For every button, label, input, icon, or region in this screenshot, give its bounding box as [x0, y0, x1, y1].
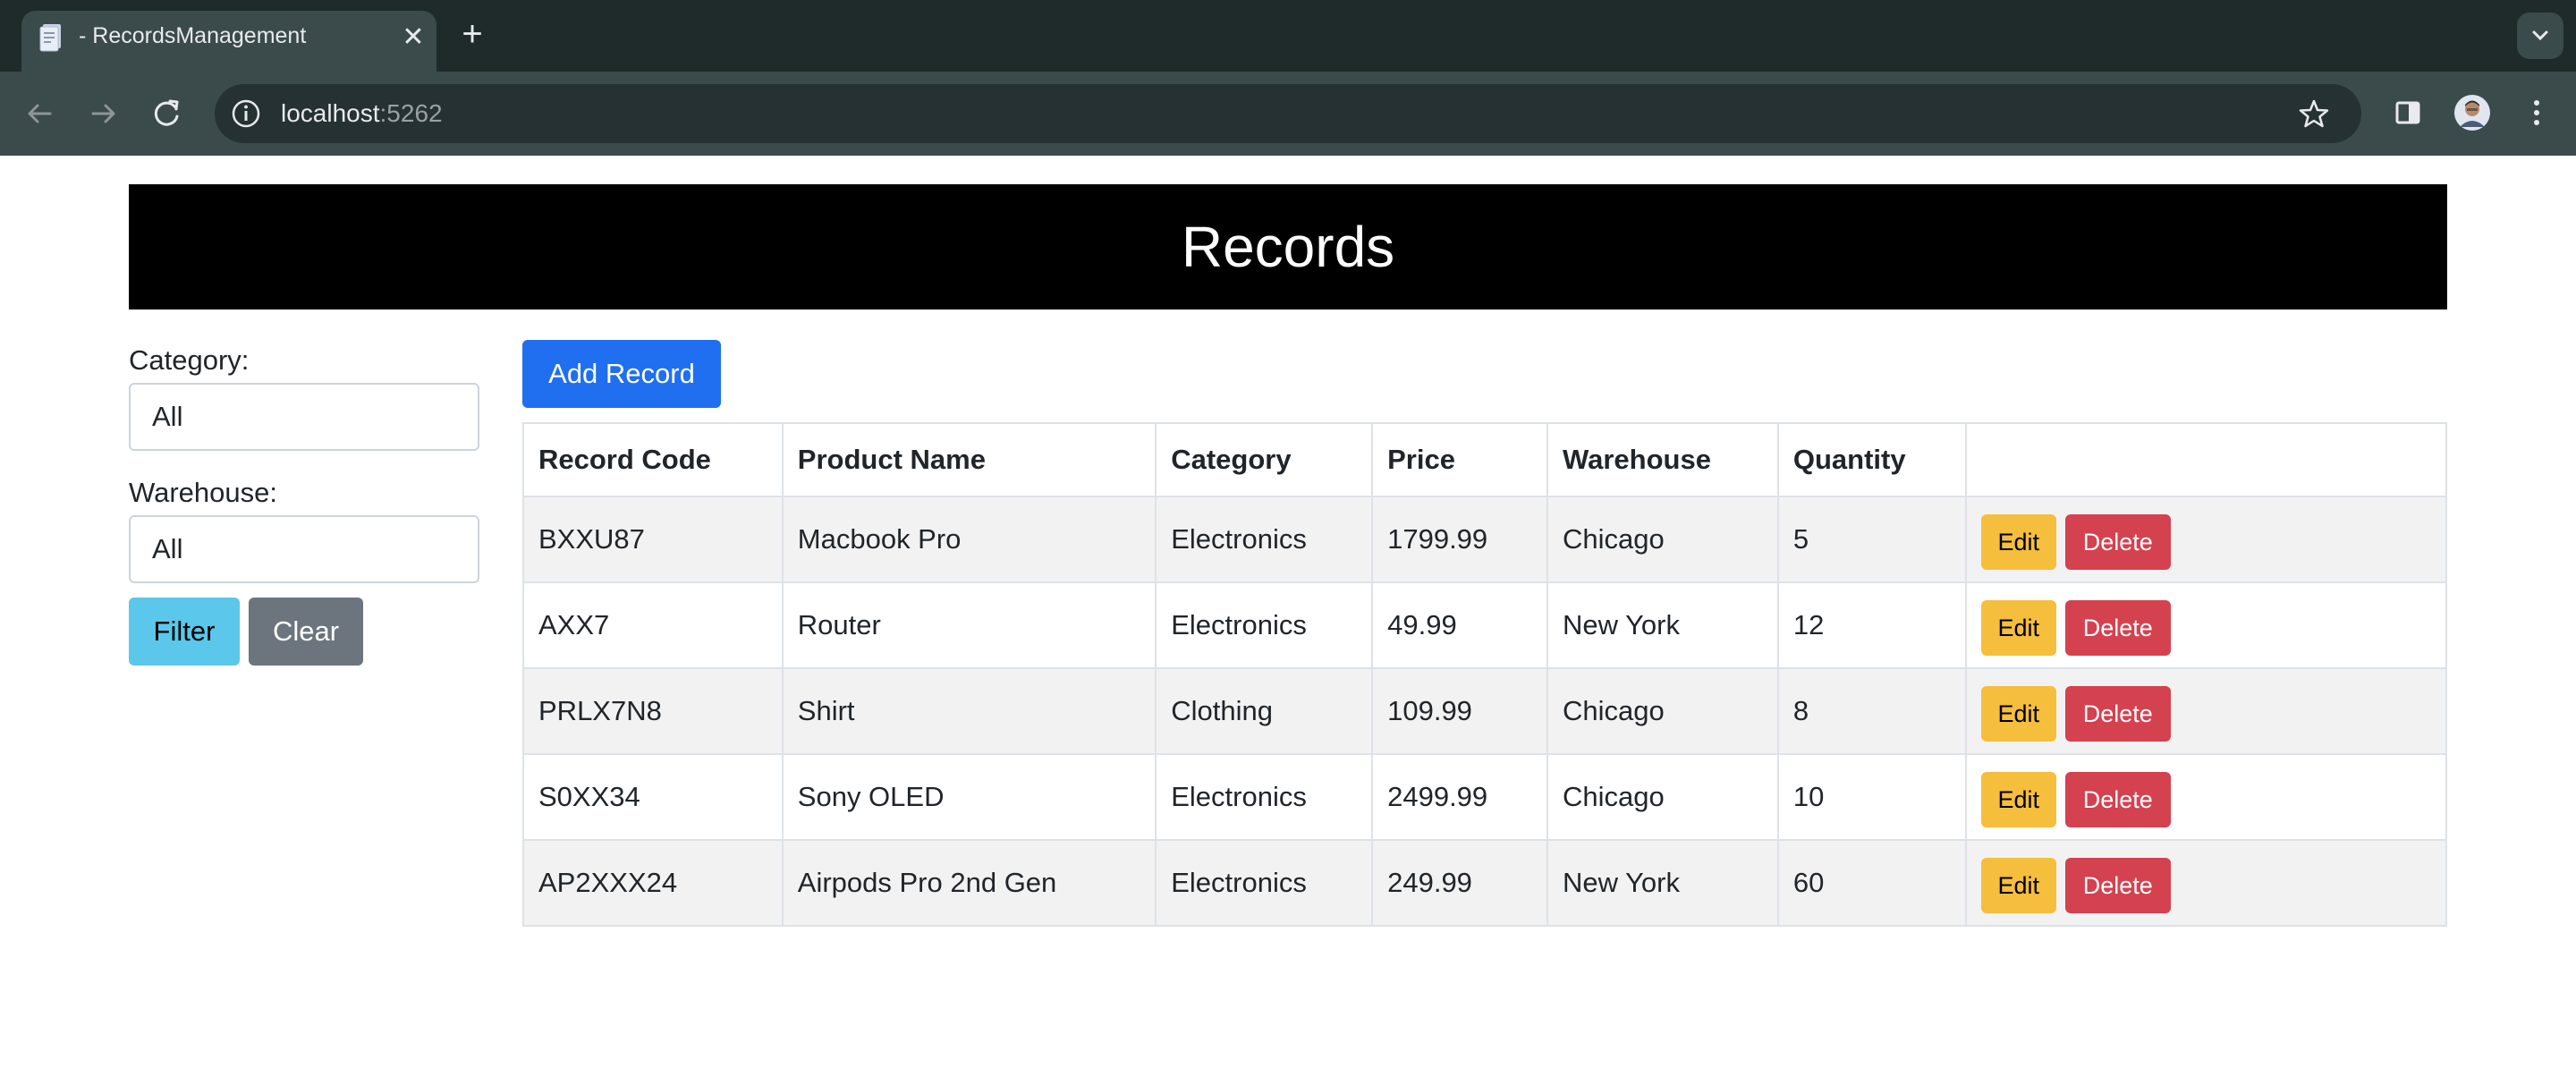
category-cell: Electronics: [1155, 496, 1374, 583]
category-label: Category:: [129, 344, 250, 376]
chevron-down-icon: [2532, 30, 2548, 41]
warehouse-cell: Chicago: [1546, 753, 1779, 841]
price-cell: 249.99: [1371, 839, 1548, 927]
records-table: Record Code Product Name Category Price …: [522, 422, 2448, 927]
address-bar[interactable]: localhost:5262: [215, 84, 2361, 143]
page-title: Records: [129, 184, 2447, 310]
browser-tab[interactable]: - RecordsManagement ✕: [21, 11, 436, 72]
table-row: S0XX34 Sony OLED Electronics 2499.99 Chi…: [522, 753, 2448, 841]
url-port: :5262: [379, 99, 443, 127]
category-cell: Electronics: [1155, 581, 1374, 669]
document-icon: [39, 24, 61, 52]
tab-search-button[interactable]: [2517, 13, 2563, 59]
warehouse-cell: New York: [1546, 581, 1779, 669]
arrow-right-icon[interactable]: [82, 93, 123, 134]
delete-button[interactable]: Delete: [2064, 600, 2171, 656]
quantity-cell: 12: [1776, 581, 1967, 669]
price-cell: 49.99: [1371, 581, 1548, 669]
column-header[interactable]: Quantity: [1776, 422, 1967, 497]
warehouse-select[interactable]: All: [129, 515, 479, 583]
quantity-cell: 60: [1776, 839, 1967, 927]
column-header-actions: [1964, 422, 2448, 497]
record-code-cell: AXX7: [522, 581, 784, 669]
edit-button[interactable]: Edit: [1980, 514, 2056, 570]
quantity-cell: 5: [1776, 496, 1967, 583]
close-icon[interactable]: ✕: [395, 20, 431, 55]
product-name-cell: Router: [781, 581, 1157, 669]
price-cell: 109.99: [1371, 667, 1548, 755]
delete-button[interactable]: Delete: [2064, 858, 2171, 913]
page-content: Records Category: All Warehouse: All Fil…: [0, 156, 2576, 1077]
actions-cell: Edit Delete: [1964, 753, 2448, 841]
edit-button[interactable]: Edit: [1980, 686, 2056, 742]
table-row: AP2XXX24 Airpods Pro 2nd Gen Electronics…: [522, 839, 2448, 927]
delete-button[interactable]: Delete: [2064, 686, 2171, 742]
delete-button[interactable]: Delete: [2064, 772, 2171, 827]
record-code-cell: AP2XXX24: [522, 839, 784, 927]
actions-cell: Edit Delete: [1964, 839, 2448, 927]
arrow-left-icon[interactable]: [20, 93, 61, 134]
url-host: localhost: [281, 99, 380, 127]
warehouse-cell: Chicago: [1546, 667, 1779, 755]
category-cell: Electronics: [1155, 753, 1374, 841]
quantity-cell: 10: [1776, 753, 1967, 841]
new-tab-plus-icon[interactable]: +: [454, 16, 490, 52]
warehouse-cell: New York: [1546, 839, 1779, 927]
price-cell: 1799.99: [1371, 496, 1548, 583]
table-row: BXXU87 Macbook Pro Electronics 1799.99 C…: [522, 496, 2448, 583]
table-header-row: Record Code Product Name Category Price …: [522, 422, 2448, 497]
record-code-cell: S0XX34: [522, 753, 784, 841]
clear-button[interactable]: Clear: [249, 598, 363, 666]
browser-tab-strip: - RecordsManagement ✕ +: [0, 0, 2576, 72]
category-cell: Electronics: [1155, 839, 1374, 927]
column-header[interactable]: Record Code: [522, 422, 784, 497]
product-name-cell: Airpods Pro 2nd Gen: [781, 839, 1157, 927]
actions-cell: Edit Delete: [1964, 667, 2448, 755]
category-cell: Clothing: [1155, 667, 1374, 755]
avatar[interactable]: [2451, 91, 2494, 134]
actions-cell: Edit Delete: [1964, 581, 2448, 669]
product-name-cell: Sony OLED: [781, 753, 1157, 841]
actions-cell: Edit Delete: [1964, 496, 2448, 583]
table-row: AXX7 Router Electronics 49.99 New York 1…: [522, 581, 2448, 669]
url-text: localhost:5262: [281, 99, 443, 128]
table-row: PRLX7N8 Shirt Clothing 109.99 Chicago 8 …: [522, 667, 2448, 755]
record-code-cell: PRLX7N8: [522, 667, 784, 755]
column-header[interactable]: Category: [1155, 422, 1374, 497]
info-icon[interactable]: [229, 97, 263, 131]
quantity-cell: 8: [1776, 667, 1967, 755]
star-icon[interactable]: [2297, 97, 2331, 131]
edit-button[interactable]: Edit: [1980, 772, 2056, 827]
side-panel-icon[interactable]: [2386, 91, 2429, 134]
warehouse-cell: Chicago: [1546, 496, 1779, 583]
browser-toolbar: localhost:5262: [0, 72, 2576, 156]
column-header[interactable]: Product Name: [781, 422, 1157, 497]
filter-panel: Category: All Warehouse: All Filter Clea…: [129, 343, 487, 666]
category-select[interactable]: All: [129, 383, 479, 451]
column-header[interactable]: Price: [1371, 422, 1548, 497]
record-code-cell: BXXU87: [522, 496, 784, 583]
kebab-menu-icon[interactable]: [2515, 91, 2558, 134]
product-name-cell: Shirt: [781, 667, 1157, 755]
edit-button[interactable]: Edit: [1980, 600, 2056, 656]
column-header[interactable]: Warehouse: [1546, 422, 1779, 497]
add-record-button[interactable]: Add Record: [522, 340, 721, 408]
edit-button[interactable]: Edit: [1980, 858, 2056, 913]
price-cell: 2499.99: [1371, 753, 1548, 841]
tab-title: - RecordsManagement: [79, 23, 307, 48]
reload-icon[interactable]: [147, 93, 188, 134]
warehouse-label: Warehouse:: [129, 477, 277, 508]
filter-button[interactable]: Filter: [129, 598, 240, 666]
delete-button[interactable]: Delete: [2064, 514, 2171, 570]
product-name-cell: Macbook Pro: [781, 496, 1157, 583]
